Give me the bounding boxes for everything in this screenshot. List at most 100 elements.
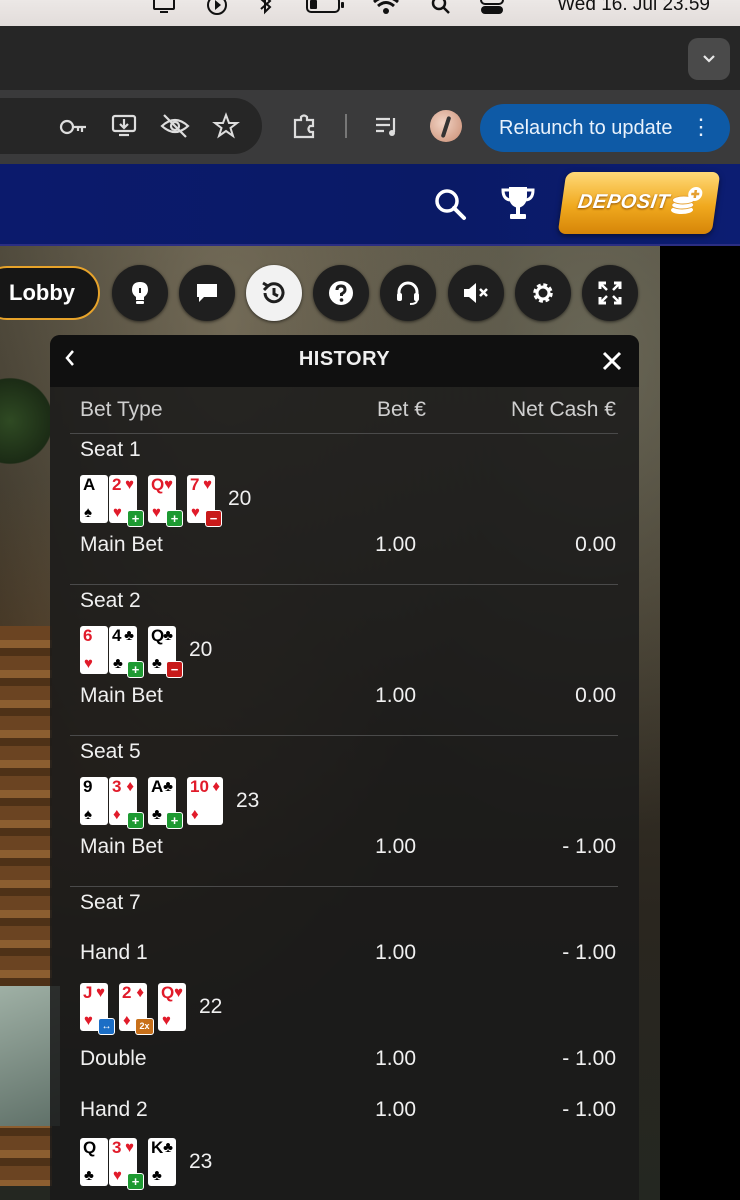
bet-row: Main Bet 1.00 0.00 — [80, 533, 616, 561]
card-pair: Q ♣ 3 ♥ ♥ + — [80, 1138, 144, 1190]
card-single: 10 ♦ ♦ — [187, 777, 224, 825]
seat-label-row: Seat 1 — [80, 438, 616, 466]
card-loss-tag: − — [205, 510, 222, 527]
bluetooth-icon[interactable] — [258, 0, 274, 22]
battery-icon[interactable] — [306, 0, 346, 22]
history-button[interactable] — [246, 265, 302, 321]
card-pair: 9 ♠ 3 ♦ ♦ + — [80, 777, 144, 829]
deposit-button[interactable]: DEPOSIT — [557, 172, 721, 234]
card-single: K ♣ ♣ — [148, 1138, 177, 1186]
site-header: DEPOSIT — [0, 164, 740, 246]
playing-card: 2 ♦ ♦ 2x — [119, 983, 154, 1035]
net-cash: 0.00 — [575, 533, 616, 556]
eye-off-icon[interactable] — [160, 112, 190, 147]
playing-card: Q ♥ ♥ — [158, 983, 186, 1031]
net-cash: 0.00 — [575, 684, 616, 707]
column-bet: Bet € — [376, 398, 426, 421]
seat-entry: Seat 2 6 ♥ 4 ♣ ♣ + Q ♣ ♣ − 20 Main Bet 1.00 0.0… — [70, 585, 618, 736]
profile-avatar[interactable] — [430, 110, 462, 142]
playing-card: J ♥ ♥ ↔ — [80, 983, 115, 1035]
wifi-icon[interactable] — [372, 0, 400, 22]
net-cash: - 1.00 — [562, 835, 616, 858]
bet-amount: 1.00 — [375, 835, 416, 858]
history-columns: Bet Type Bet € Net Cash € — [70, 387, 618, 434]
playing-card: A ♣ ♣ + — [148, 777, 183, 829]
card-win-tag: + — [127, 661, 144, 678]
playing-card: 6 ♥ — [80, 626, 108, 674]
star-icon[interactable] — [212, 112, 240, 147]
lobby-button[interactable]: Lobby — [0, 266, 100, 320]
bet-amount: 1.00 — [375, 533, 416, 556]
relaunch-label: Relaunch to update — [499, 116, 673, 139]
deposit-label: DEPOSIT — [576, 191, 671, 213]
background-plant — [0, 376, 50, 466]
seat-label-row: Seat 7 — [80, 891, 616, 919]
play-circle-icon[interactable] — [206, 0, 228, 22]
mute-button[interactable] — [448, 265, 504, 321]
playing-card: Q ♣ ♣ − — [148, 626, 183, 678]
column-bet-type: Bet Type — [80, 398, 163, 421]
bet-type: Main Bet — [80, 533, 163, 556]
media-control-icon[interactable] — [374, 114, 402, 147]
net-cash: - 1.00 — [562, 1047, 616, 1070]
seat-label-row: Seat 5 — [80, 740, 616, 768]
card-pair: A ♠ 2 ♥ ♥ + — [80, 475, 144, 527]
search-icon[interactable] — [430, 0, 452, 22]
display-icon[interactable] — [152, 0, 176, 22]
playing-card: 4 ♣ ♣ + — [109, 626, 144, 678]
card-single: Q ♣ ♣ − — [148, 626, 183, 678]
bet-amount: 1.00 — [375, 684, 416, 707]
bet-amount: 1.00 — [375, 1047, 416, 1070]
playing-card: Q ♣ — [80, 1138, 108, 1186]
support-button[interactable] — [380, 265, 436, 321]
card-single: Q ♥ ♥ + — [148, 475, 183, 527]
seat-label: Seat 5 — [80, 740, 141, 763]
headset-icon — [397, 281, 419, 305]
history-list[interactable]: Bet Type Bet € Net Cash € Seat 1 A ♠ 2 ♥ ♥ +… — [70, 387, 618, 1200]
seat-label: Seat 1 — [80, 438, 141, 461]
trophy-icon[interactable] — [500, 184, 536, 227]
browser-tabstrip — [0, 26, 740, 91]
chat-bubble-icon — [197, 284, 217, 302]
split-icon: ↔ — [98, 1018, 115, 1035]
control-center-icon[interactable] — [480, 0, 504, 22]
card-win-tag: + — [166, 812, 183, 829]
bet-type: Double — [80, 1047, 147, 1070]
chat-button[interactable] — [179, 265, 235, 321]
history-header: HISTORY — [50, 335, 639, 387]
card-single: A ♣ ♣ + — [148, 777, 183, 829]
fullscreen-button[interactable] — [582, 265, 638, 321]
hand-row: Hand 2 1.00 - 1.00 — [80, 1098, 616, 1126]
card-single: 2 ♦ ♦ 2x — [119, 983, 154, 1035]
card-win-tag: + — [166, 510, 183, 527]
relaunch-button[interactable]: Relaunch to update ⋮ — [480, 104, 730, 152]
seat-entry: Seat 7 Hand 1 1.00 - 1.00 J ♥ ♥ ↔ 2 ♦ ♦ 2x Q ♥ ♥… — [70, 887, 618, 1200]
hand-cards: Q ♣ 3 ♥ ♥ + K ♣ ♣ 23 — [80, 1136, 212, 1190]
menu-dots-icon[interactable]: ⋮ — [690, 113, 712, 141]
help-button[interactable] — [313, 265, 369, 321]
hand-total: 20 — [228, 487, 252, 510]
close-icon[interactable] — [599, 341, 625, 389]
playing-card: 10 ♦ ♦ — [187, 777, 223, 825]
card-loss-tag: − — [166, 661, 183, 678]
key-icon[interactable] — [58, 114, 88, 147]
lightbulb-icon — [132, 282, 148, 304]
coins-plus-icon — [671, 187, 703, 214]
stage-side-bar — [660, 246, 740, 1200]
bet-type: Main Bet — [80, 835, 163, 858]
search-icon[interactable] — [432, 186, 468, 227]
card-single: J ♥ ♥ ↔ — [80, 983, 115, 1035]
tab-search-button[interactable] — [688, 38, 730, 80]
settings-button[interactable] — [515, 265, 571, 321]
card-win-tag: + — [127, 812, 144, 829]
hand-cards: A ♠ 2 ♥ ♥ + Q ♥ ♥ + 7 ♥ ♥ − 20 — [80, 473, 252, 527]
bet-amount: 1.00 — [375, 941, 416, 964]
seat-label: Seat 2 — [80, 589, 141, 612]
history-icon — [262, 281, 285, 304]
menubar-clock[interactable]: Wed 16. Jul 23.59 — [557, 0, 710, 16]
install-icon[interactable] — [110, 112, 138, 147]
puzzle-icon[interactable] — [290, 112, 318, 147]
tips-button[interactable] — [112, 265, 168, 321]
hand-cards: 6 ♥ 4 ♣ ♣ + Q ♣ ♣ − 20 — [80, 624, 212, 678]
hand-total: 23 — [236, 789, 260, 812]
